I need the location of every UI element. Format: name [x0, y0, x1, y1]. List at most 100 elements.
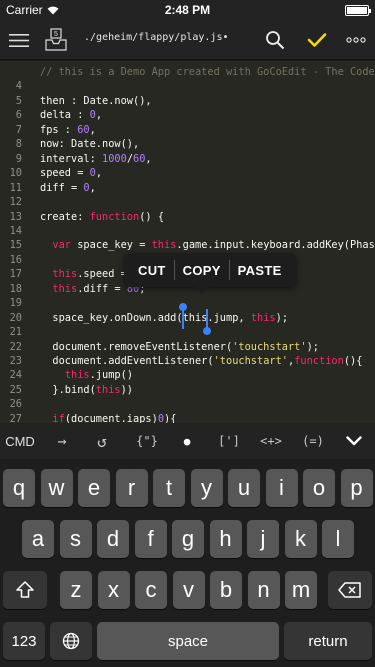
search-icon[interactable]	[262, 20, 288, 60]
key-n[interactable]: n	[247, 571, 280, 609]
line-code: now: Date.now(),	[40, 138, 139, 150]
editor-toolbar: 5 ./geheim/flappy/play.js•	[0, 20, 375, 60]
code-line[interactable]: // this is a Demo App created with GoCoE…	[0, 66, 375, 80]
code-line[interactable]: 15 var space_key = this.game.input.keybo…	[0, 239, 375, 253]
key-a[interactable]: a	[22, 520, 54, 558]
cut-button[interactable]: CUT	[130, 263, 174, 278]
code-line[interactable]: 5 then : Date.now(),	[0, 95, 375, 109]
key-u[interactable]: u	[228, 469, 260, 507]
key-i[interactable]: i	[265, 469, 298, 507]
code-line[interactable]: 26	[0, 398, 375, 412]
code-token: this	[64, 369, 90, 382]
globe-key[interactable]	[50, 622, 92, 660]
key-g[interactable]: g	[172, 520, 204, 558]
key-t[interactable]: t	[153, 469, 185, 507]
key-r[interactable]: r	[115, 469, 148, 507]
code-token: space_key.onDown.add(	[40, 311, 183, 324]
line-code: }.bind(this))	[40, 384, 133, 396]
line-number: 10	[9, 167, 22, 180]
brackets-key[interactable]: [']	[208, 423, 250, 459]
selection-end-handle[interactable]	[203, 308, 212, 335]
backspace-icon	[338, 582, 361, 598]
code-line[interactable]: 21	[0, 326, 375, 340]
code-line[interactable]: 9 interval: 1000/60,	[0, 153, 375, 167]
code-line[interactable]: 23 document.addEventListener('touchstart…	[0, 355, 375, 369]
key-w[interactable]: w	[40, 469, 73, 507]
inbox-tray-icon[interactable]: 5	[44, 20, 68, 60]
code-token: document.addEventListener(	[40, 355, 214, 367]
code-line[interactable]: 24 this.jump()	[0, 369, 375, 383]
code-token: now: Date.now(),	[40, 138, 140, 151]
undo-icon[interactable]: ↺	[86, 423, 118, 459]
key-y[interactable]: y	[190, 469, 223, 507]
code-editor[interactable]: // this is a Demo App created with GoCoE…	[0, 61, 375, 423]
return-key[interactable]: return	[284, 622, 372, 660]
key-z[interactable]: z	[60, 571, 92, 609]
more-icon[interactable]	[343, 20, 369, 60]
menu-icon[interactable]	[6, 20, 32, 60]
parens-key[interactable]: (=)	[292, 423, 334, 459]
line-code: document.removeEventListener('touchstart…	[40, 341, 319, 353]
code-token: 60	[77, 123, 90, 136]
hide-keyboard-icon[interactable]	[338, 423, 370, 459]
key-d[interactable]: d	[97, 520, 129, 558]
key-v[interactable]: v	[172, 571, 205, 609]
key-e[interactable]: e	[78, 469, 110, 507]
key-p[interactable]: p	[340, 469, 373, 507]
code-token: );	[306, 340, 319, 353]
braces-key[interactable]: {"}	[126, 423, 168, 459]
numbers-key[interactable]: 123	[3, 622, 45, 660]
code-line[interactable]: 27 if(document.iaps)0){	[0, 413, 375, 423]
code-token: this	[95, 383, 121, 396]
angles-key[interactable]: <+>	[250, 423, 292, 459]
key-c[interactable]: c	[135, 571, 167, 609]
shift-key[interactable]	[3, 571, 47, 609]
line-number: 15	[9, 239, 22, 252]
space-key[interactable]: space	[97, 622, 279, 660]
copy-button[interactable]: COPY	[175, 263, 229, 278]
line-number: 24	[9, 369, 22, 382]
code-line[interactable]: 13 create: function() {	[0, 211, 375, 225]
line-code: document.addEventListener('touchstart',f…	[40, 355, 362, 367]
key-l[interactable]: l	[322, 520, 354, 558]
key-f[interactable]: f	[134, 520, 167, 558]
code-line[interactable]: 6 delta : 0,	[0, 109, 375, 123]
paste-button[interactable]: PASTE	[230, 263, 290, 278]
code-token: (document.iaps)	[64, 412, 158, 423]
code-line[interactable]: 8 now: Date.now(),	[0, 138, 375, 152]
delete-key[interactable]	[328, 571, 372, 609]
key-m[interactable]: m	[285, 571, 317, 609]
dot-icon[interactable]: ●	[174, 423, 200, 459]
code-line[interactable]: 20 space_key.onDown.add(this.jump, this)…	[0, 312, 375, 326]
key-s[interactable]: s	[59, 520, 92, 558]
code-token: space_key =	[71, 239, 152, 252]
key-j[interactable]: j	[247, 520, 279, 558]
code-token: function	[89, 210, 140, 223]
selection-start-handle[interactable]	[178, 302, 187, 329]
tab-arrow-icon[interactable]: →	[46, 423, 78, 459]
checkmark-icon[interactable]	[304, 20, 330, 60]
key-h[interactable]: h	[209, 520, 242, 558]
line-number: 16	[9, 253, 22, 266]
file-path[interactable]: ./geheim/flappy/play.js•	[84, 32, 229, 43]
code-line[interactable]: 4	[0, 80, 375, 94]
key-x[interactable]: x	[97, 571, 130, 609]
code-line[interactable]: 11 diff = 0,	[0, 182, 375, 196]
key-b[interactable]: b	[210, 571, 242, 609]
code-line[interactable]: 25 }.bind(this))	[0, 384, 375, 398]
code-line[interactable]: 12	[0, 196, 375, 210]
code-line[interactable]: 7 fps : 60,	[0, 124, 375, 138]
status-time: 2:48 PM	[164, 3, 211, 17]
key-k[interactable]: k	[284, 520, 317, 558]
code-line[interactable]: 19	[0, 297, 375, 311]
code-line[interactable]: 14	[0, 225, 375, 239]
cmd-button[interactable]: CMD	[0, 423, 40, 459]
line-number: 4	[15, 80, 22, 93]
key-o[interactable]: o	[303, 469, 335, 507]
code-line[interactable]: 10 speed = 0,	[0, 167, 375, 181]
code-token: ,	[145, 152, 152, 165]
key-q[interactable]: q	[3, 469, 35, 507]
code-line[interactable]: 22 document.removeEventListener('touchst…	[0, 341, 375, 355]
